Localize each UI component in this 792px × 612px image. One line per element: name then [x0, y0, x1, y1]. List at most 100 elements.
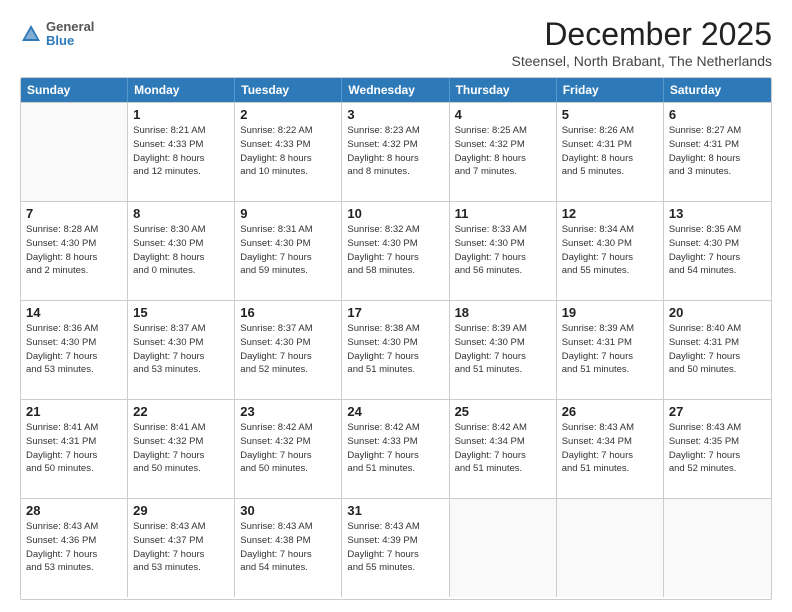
cal-cell: 18 Sunrise: 8:39 AM Sunset: 4:30 PM Dayli… — [450, 301, 557, 399]
day-number: 4 — [455, 107, 551, 122]
header-day-wednesday: Wednesday — [342, 78, 449, 102]
calendar-week-5: 28 Sunrise: 8:43 AM Sunset: 4:36 PM Dayli… — [21, 498, 771, 597]
day-number: 30 — [240, 503, 336, 518]
cal-cell: 31 Sunrise: 8:43 AM Sunset: 4:39 PM Dayli… — [342, 499, 449, 597]
cal-cell: 5 Sunrise: 8:26 AM Sunset: 4:31 PM Daylig… — [557, 103, 664, 201]
day-info: Sunrise: 8:23 AM Sunset: 4:32 PM Dayligh… — [347, 124, 443, 179]
cal-cell: 14 Sunrise: 8:36 AM Sunset: 4:30 PM Dayli… — [21, 301, 128, 399]
logo-text: General Blue — [46, 20, 94, 49]
day-info: Sunrise: 8:37 AM Sunset: 4:30 PM Dayligh… — [133, 322, 229, 377]
day-number: 5 — [562, 107, 658, 122]
day-info: Sunrise: 8:38 AM Sunset: 4:30 PM Dayligh… — [347, 322, 443, 377]
day-info: Sunrise: 8:43 AM Sunset: 4:36 PM Dayligh… — [26, 520, 122, 575]
page: General Blue December 2025 Steensel, Nor… — [0, 0, 792, 612]
day-info: Sunrise: 8:27 AM Sunset: 4:31 PM Dayligh… — [669, 124, 766, 179]
logo-icon — [20, 23, 42, 45]
header-day-sunday: Sunday — [21, 78, 128, 102]
cal-cell: 27Sunrise: 8:43 AM Sunset: 4:35 PM Dayli… — [664, 400, 771, 498]
day-info: Sunrise: 8:25 AM Sunset: 4:32 PM Dayligh… — [455, 124, 551, 179]
day-number: 23 — [240, 404, 336, 419]
day-info: Sunrise: 8:43 AM Sunset: 4:38 PM Dayligh… — [240, 520, 336, 575]
cal-cell: 3 Sunrise: 8:23 AM Sunset: 4:32 PM Daylig… — [342, 103, 449, 201]
day-info: Sunrise: 8:40 AM Sunset: 4:31 PM Dayligh… — [669, 322, 766, 377]
cal-cell: 6Sunrise: 8:27 AM Sunset: 4:31 PM Daylig… — [664, 103, 771, 201]
day-info: Sunrise: 8:42 AM Sunset: 4:34 PM Dayligh… — [455, 421, 551, 476]
day-info: Sunrise: 8:41 AM Sunset: 4:32 PM Dayligh… — [133, 421, 229, 476]
calendar-subtitle: Steensel, North Brabant, The Netherlands — [512, 53, 772, 69]
cal-cell: 19 Sunrise: 8:39 AM Sunset: 4:31 PM Dayli… — [557, 301, 664, 399]
logo-line2: Blue — [46, 34, 94, 48]
day-info: Sunrise: 8:43 AM Sunset: 4:39 PM Dayligh… — [347, 520, 443, 575]
calendar-week-4: 21Sunrise: 8:41 AM Sunset: 4:31 PM Dayli… — [21, 399, 771, 498]
day-info: Sunrise: 8:37 AM Sunset: 4:30 PM Dayligh… — [240, 322, 336, 377]
day-info: Sunrise: 8:43 AM Sunset: 4:37 PM Dayligh… — [133, 520, 229, 575]
day-number: 18 — [455, 305, 551, 320]
logo: General Blue — [20, 20, 94, 49]
cal-cell: 24 Sunrise: 8:42 AM Sunset: 4:33 PM Dayli… — [342, 400, 449, 498]
day-number: 24 — [347, 404, 443, 419]
cal-cell: 9Sunrise: 8:31 AM Sunset: 4:30 PM Daylig… — [235, 202, 342, 300]
day-info: Sunrise: 8:26 AM Sunset: 4:31 PM Dayligh… — [562, 124, 658, 179]
day-info: Sunrise: 8:39 AM Sunset: 4:30 PM Dayligh… — [455, 322, 551, 377]
cal-cell: 20Sunrise: 8:40 AM Sunset: 4:31 PM Dayli… — [664, 301, 771, 399]
day-number: 8 — [133, 206, 229, 221]
cal-cell — [21, 103, 128, 201]
day-number: 26 — [562, 404, 658, 419]
day-info: Sunrise: 8:42 AM Sunset: 4:33 PM Dayligh… — [347, 421, 443, 476]
day-number: 1 — [133, 107, 229, 122]
calendar-week-3: 14 Sunrise: 8:36 AM Sunset: 4:30 PM Dayli… — [21, 300, 771, 399]
day-info: Sunrise: 8:39 AM Sunset: 4:31 PM Dayligh… — [562, 322, 658, 377]
day-info: Sunrise: 8:33 AM Sunset: 4:30 PM Dayligh… — [455, 223, 551, 278]
day-number: 22 — [133, 404, 229, 419]
day-number: 10 — [347, 206, 443, 221]
cal-cell: 28 Sunrise: 8:43 AM Sunset: 4:36 PM Dayli… — [21, 499, 128, 597]
day-info: Sunrise: 8:43 AM Sunset: 4:34 PM Dayligh… — [562, 421, 658, 476]
calendar-body: 1Sunrise: 8:21 AM Sunset: 4:33 PM Daylig… — [21, 102, 771, 597]
cal-cell: 30 Sunrise: 8:43 AM Sunset: 4:38 PM Dayli… — [235, 499, 342, 597]
day-number: 11 — [455, 206, 551, 221]
cal-cell: 7Sunrise: 8:28 AM Sunset: 4:30 PM Daylig… — [21, 202, 128, 300]
cal-cell: 11 Sunrise: 8:33 AM Sunset: 4:30 PM Dayli… — [450, 202, 557, 300]
header-day-saturday: Saturday — [664, 78, 771, 102]
header-day-friday: Friday — [557, 78, 664, 102]
day-number: 3 — [347, 107, 443, 122]
day-number: 14 — [26, 305, 122, 320]
logo-line1: General — [46, 20, 94, 34]
day-info: Sunrise: 8:30 AM Sunset: 4:30 PM Dayligh… — [133, 223, 229, 278]
day-number: 2 — [240, 107, 336, 122]
calendar-header: SundayMondayTuesdayWednesdayThursdayFrid… — [21, 78, 771, 102]
cal-cell — [450, 499, 557, 597]
day-info: Sunrise: 8:32 AM Sunset: 4:30 PM Dayligh… — [347, 223, 443, 278]
day-info: Sunrise: 8:28 AM Sunset: 4:30 PM Dayligh… — [26, 223, 122, 278]
header-day-tuesday: Tuesday — [235, 78, 342, 102]
cal-cell: 17Sunrise: 8:38 AM Sunset: 4:30 PM Dayli… — [342, 301, 449, 399]
cal-cell: 23Sunrise: 8:42 AM Sunset: 4:32 PM Dayli… — [235, 400, 342, 498]
header-day-monday: Monday — [128, 78, 235, 102]
cal-cell: 22 Sunrise: 8:41 AM Sunset: 4:32 PM Dayli… — [128, 400, 235, 498]
cal-cell: 13Sunrise: 8:35 AM Sunset: 4:30 PM Dayli… — [664, 202, 771, 300]
cal-cell: 15Sunrise: 8:37 AM Sunset: 4:30 PM Dayli… — [128, 301, 235, 399]
calendar-week-1: 1Sunrise: 8:21 AM Sunset: 4:33 PM Daylig… — [21, 102, 771, 201]
cal-cell: 4 Sunrise: 8:25 AM Sunset: 4:32 PM Daylig… — [450, 103, 557, 201]
calendar-week-2: 7Sunrise: 8:28 AM Sunset: 4:30 PM Daylig… — [21, 201, 771, 300]
title-block: December 2025 Steensel, North Brabant, T… — [512, 16, 772, 69]
day-number: 27 — [669, 404, 766, 419]
cal-cell: 21Sunrise: 8:41 AM Sunset: 4:31 PM Dayli… — [21, 400, 128, 498]
day-info: Sunrise: 8:31 AM Sunset: 4:30 PM Dayligh… — [240, 223, 336, 278]
day-info: Sunrise: 8:36 AM Sunset: 4:30 PM Dayligh… — [26, 322, 122, 377]
cal-cell: 12Sunrise: 8:34 AM Sunset: 4:30 PM Dayli… — [557, 202, 664, 300]
day-number: 13 — [669, 206, 766, 221]
day-number: 28 — [26, 503, 122, 518]
cal-cell: 25 Sunrise: 8:42 AM Sunset: 4:34 PM Dayli… — [450, 400, 557, 498]
day-number: 21 — [26, 404, 122, 419]
day-number: 19 — [562, 305, 658, 320]
day-number: 29 — [133, 503, 229, 518]
cal-cell: 29 Sunrise: 8:43 AM Sunset: 4:37 PM Dayli… — [128, 499, 235, 597]
day-number: 25 — [455, 404, 551, 419]
header-day-thursday: Thursday — [450, 78, 557, 102]
day-number: 12 — [562, 206, 658, 221]
day-number: 31 — [347, 503, 443, 518]
day-number: 16 — [240, 305, 336, 320]
cal-cell: 16 Sunrise: 8:37 AM Sunset: 4:30 PM Dayli… — [235, 301, 342, 399]
calendar-title: December 2025 — [512, 16, 772, 53]
